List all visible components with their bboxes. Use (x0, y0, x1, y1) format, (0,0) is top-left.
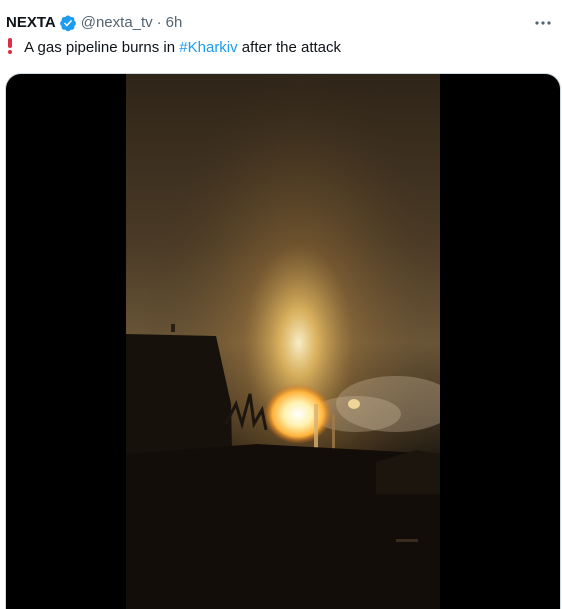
tweet-text-before: A gas pipeline burns in (24, 39, 180, 56)
display-name[interactable]: NEXTA (6, 12, 56, 34)
media-container[interactable] (5, 73, 561, 609)
red-exclamation-icon (6, 38, 18, 56)
tweet-header: NEXTA @nexta_tv · 6h (6, 12, 182, 34)
video-player[interactable] (126, 74, 440, 609)
verified-badge-icon (59, 14, 77, 32)
tweet-text: A gas pipeline burns in #Kharkiv after t… (6, 37, 341, 59)
tweet-text-after: after the attack (237, 39, 342, 56)
timestamp[interactable]: 6h (166, 12, 183, 34)
more-options-icon[interactable] (530, 10, 556, 36)
video-frame-image (126, 74, 440, 609)
tweet-card[interactable]: NEXTA @nexta_tv · 6h A gas pipeline burn… (0, 0, 562, 609)
user-handle[interactable]: @nexta_tv (81, 12, 153, 34)
hashtag-link[interactable]: #Kharkiv (179, 39, 237, 56)
separator-dot: · (156, 14, 162, 31)
